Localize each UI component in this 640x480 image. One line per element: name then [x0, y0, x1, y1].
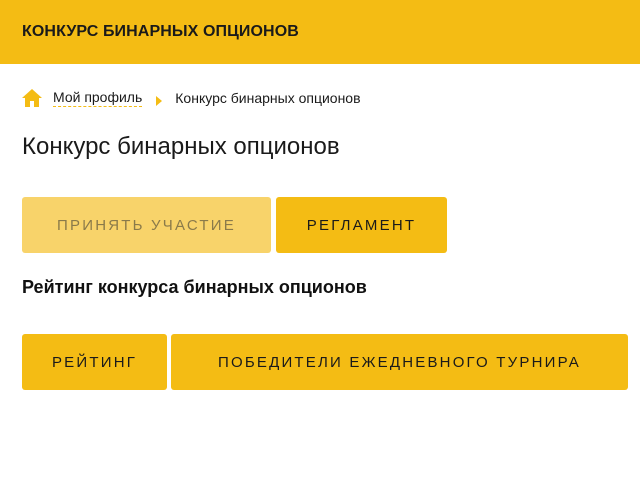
breadcrumb-current: Конкурс бинарных опционов — [175, 90, 361, 106]
home-icon[interactable] — [22, 89, 42, 107]
chevron-right-icon — [155, 93, 163, 106]
breadcrumb: Мой профиль Конкурс бинарных опционов — [22, 87, 361, 109]
page-title: Конкурс бинарных опционов — [22, 133, 340, 160]
rules-button[interactable]: РЕГЛАМЕНТ — [276, 197, 447, 253]
participate-button[interactable]: ПРИНЯТЬ УЧАСТИЕ — [22, 197, 271, 253]
top-bar: КОНКУРС БИНАРНЫХ ОПЦИОНОВ — [0, 0, 640, 64]
rating-button[interactable]: РЕЙТИНГ — [22, 334, 167, 390]
breadcrumb-link-profile[interactable]: Мой профиль — [53, 89, 143, 107]
app-title: КОНКУРС БИНАРНЫХ ОПЦИОНОВ — [22, 23, 299, 40]
daily-winners-button[interactable]: ПОБЕДИТЕЛИ ЕЖЕДНЕВНОГО ТУРНИРА — [171, 334, 628, 390]
rating-section-title: Рейтинг конкурса бинарных опционов — [22, 277, 367, 297]
